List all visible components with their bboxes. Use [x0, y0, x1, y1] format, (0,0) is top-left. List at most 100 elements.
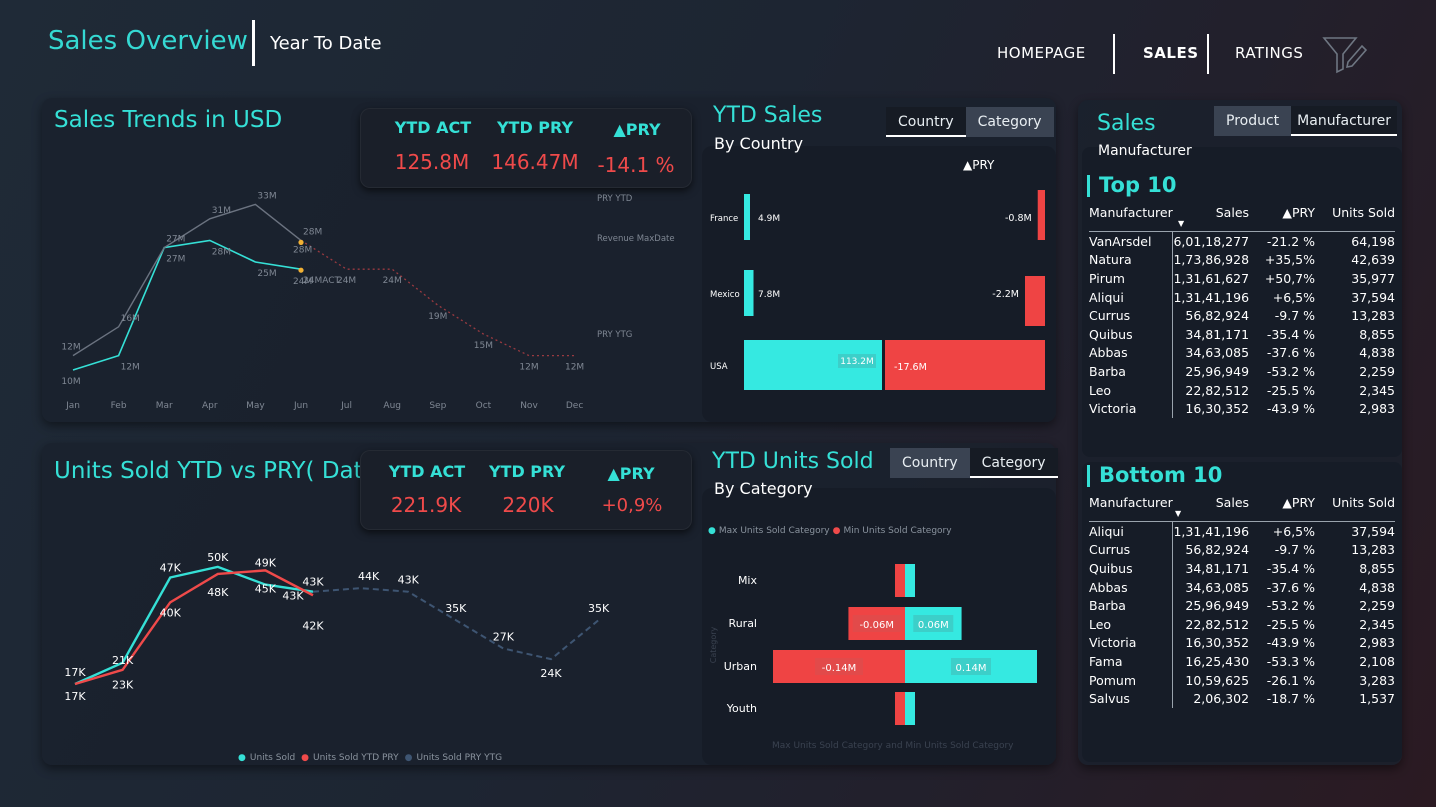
data-label: 27M — [166, 235, 185, 245]
table-row[interactable]: Aliqui 1,31,41,196 +6,5% 37,594 — [1089, 287, 1395, 307]
funnel-edit-icon[interactable] — [1322, 36, 1368, 74]
month-tick-label: Nov — [520, 401, 538, 411]
table-row[interactable]: Barba 25,96,949 -53.2 % 2,259 — [1089, 362, 1395, 381]
toggle-country[interactable]: Country — [890, 448, 970, 478]
cell-sales: 2,06,302 — [1193, 691, 1250, 707]
toggle-country[interactable]: Country — [886, 107, 966, 137]
data-label: 12M — [61, 343, 80, 353]
cell-sales: 34,63,085 — [1185, 345, 1250, 361]
cell-manufacturer: Abbas — [1089, 577, 1174, 597]
month-tick-label: Apr — [202, 401, 218, 411]
col-pry[interactable]: ▲PRY — [1249, 495, 1315, 522]
ytd-units-chart: Category Mix Rural 0.06M -0.06M Urban 0.14M -0.… — [709, 564, 1037, 725]
col-pry[interactable]: ▲PRY — [1249, 205, 1315, 232]
maxdate-marker — [298, 267, 304, 273]
data-label: 50K — [207, 551, 229, 564]
manufacturer-toggle: Product Manufacturer — [1214, 106, 1397, 136]
cell-units-sold: 2,983 — [1359, 401, 1395, 417]
category-label: Urban — [724, 660, 757, 673]
data-label: 43K — [398, 574, 420, 587]
bar-value-label: -0.06M — [859, 620, 894, 631]
month-tick-label: Dec — [566, 401, 583, 411]
top10-accent-bar — [1087, 175, 1090, 197]
max-bar — [905, 564, 915, 597]
cell-pry: -53.3 % — [1266, 653, 1315, 669]
table-row[interactable]: VanArsdel 6,01,18,277 -21.2 % 64,198 — [1089, 231, 1395, 251]
units-kpi-box: YTD ACT YTD PRY ▲PRY 221.9K 220K +0,9% — [360, 450, 692, 530]
cell-sales: 34,81,171 — [1185, 560, 1250, 576]
nav-divider — [1207, 34, 1209, 74]
pry-value-label: -17.6M — [894, 362, 927, 373]
bar-value-label: 0.14M — [956, 663, 987, 674]
cell-units-sold: 4,838 — [1359, 579, 1395, 595]
data-label: 16M — [121, 314, 140, 324]
month-tick-label: Oct — [476, 401, 492, 411]
table-row[interactable]: Abbas 34,63,085 -37.6 % 4,838 — [1089, 577, 1395, 597]
table-row[interactable]: Barba 25,96,949 -53.2 % 2,259 — [1089, 596, 1395, 615]
cell-sales: 16,25,430 — [1185, 653, 1250, 669]
category-label: Youth — [726, 702, 757, 715]
cell-manufacturer: Pomum — [1089, 670, 1174, 690]
toggle-manufacturer[interactable]: Manufacturer — [1291, 106, 1397, 136]
table-row[interactable]: Aliqui 1,31,41,196 +6,5% 37,594 — [1089, 521, 1395, 541]
data-label: 35K — [445, 602, 467, 615]
cell-sales: 25,96,949 — [1185, 363, 1250, 379]
nav-sales[interactable]: SALES — [1143, 44, 1199, 62]
cell-units-sold: 3,283 — [1359, 672, 1395, 688]
toggle-category[interactable]: Category — [969, 448, 1058, 478]
min-bar — [895, 692, 905, 725]
cell-sales: 56,82,924 — [1185, 542, 1250, 558]
cell-pry: -37.6 % — [1266, 579, 1315, 595]
nav-homepage[interactable]: HOMEPAGE — [997, 44, 1086, 62]
legend-units-ytg: Units Sold PRY YTG — [416, 753, 503, 763]
table-row[interactable]: Salvus 2,06,302 -18.7 % 1,537 — [1089, 689, 1395, 708]
data-label: 21K — [112, 654, 134, 667]
table-row[interactable]: Leo 22,82,512 -25.5 % 2,345 — [1089, 380, 1395, 400]
maxdate-marker — [298, 239, 304, 245]
col-units-sold[interactable]: Units Sold — [1315, 205, 1395, 232]
cell-manufacturer: Leo — [1089, 614, 1174, 634]
toggle-product[interactable]: Product — [1214, 106, 1292, 136]
col-sales[interactable]: Sales — [1173, 495, 1249, 522]
table-row[interactable]: Victoria 16,30,352 -43.9 % 2,983 — [1089, 633, 1395, 653]
cell-pry: +35,5% — [1264, 252, 1316, 268]
bar-value-label: 113.2M — [840, 357, 874, 367]
table-row[interactable]: Abbas 34,63,085 -37.6 % 4,838 — [1089, 343, 1395, 363]
cell-pry: -9.7 % — [1274, 308, 1316, 324]
month-tick-label: Jun — [293, 401, 308, 411]
legend-dot: ● — [832, 526, 841, 536]
toggle-category[interactable]: Category — [965, 107, 1054, 137]
table-row[interactable]: Leo 22,82,512 -25.5 % 2,345 — [1089, 614, 1395, 634]
table-row[interactable]: Quibus 34,81,171 -35.4 % 8,855 — [1089, 324, 1395, 344]
col-sales[interactable]: Sales — [1173, 205, 1249, 232]
cell-units-sold: 37,594 — [1351, 523, 1395, 539]
col-manufacturer[interactable]: Manufacturer — [1089, 205, 1173, 232]
kpi-value: +0,9% — [601, 495, 663, 516]
table-row[interactable]: Quibus 34,81,171 -35.4 % 8,855 — [1089, 559, 1395, 578]
data-label: 24M — [383, 276, 402, 286]
cell-sales: 22,82,512 — [1185, 616, 1250, 632]
bar-value-label: 0.06M — [918, 620, 949, 631]
bar-value-label: 4.9M — [758, 214, 780, 224]
data-label: 23K — [112, 679, 134, 692]
table-row[interactable]: Currus 56,82,924 -9.7 % 13,283 — [1089, 306, 1395, 325]
table-row[interactable]: Pomum 10,59,625 -26.1 % 3,283 — [1089, 670, 1395, 690]
table-row[interactable]: Victoria 16,30,352 -43.9 % 2,983 — [1089, 399, 1395, 418]
cell-sales: 1,73,86,928 — [1173, 252, 1250, 268]
col-units-sold[interactable]: Units Sold — [1315, 495, 1395, 522]
table-row[interactable]: Fama 16,25,430 -53.3 % 2,108 — [1089, 652, 1395, 671]
cell-pry: -25.5 % — [1266, 382, 1316, 398]
table-row[interactable]: Pirum 1,31,61,627 +50,7% 35,977 — [1089, 269, 1395, 288]
bar-value-label: -0.14M — [822, 663, 857, 674]
side-label-pry-ytd: PRY YTD — [597, 194, 633, 204]
nav-ratings[interactable]: RATINGS — [1235, 44, 1303, 62]
cell-units-sold: 13,283 — [1351, 308, 1395, 324]
col-manufacturer[interactable]: Manufacturer — [1089, 495, 1173, 522]
cell-manufacturer: VanArsdel — [1089, 231, 1174, 251]
series-line — [72, 239, 302, 371]
sort-desc-icon[interactable]: ▼ — [1178, 219, 1184, 228]
table-row[interactable]: Currus 56,82,924 -9.7 % 13,283 — [1089, 540, 1395, 560]
table-row[interactable]: Natura 1,73,86,928 +35,5% 42,639 — [1089, 250, 1395, 270]
sort-desc-icon[interactable]: ▼ — [1175, 509, 1181, 518]
ytd-units-title: YTD Units Sold — [712, 449, 874, 474]
